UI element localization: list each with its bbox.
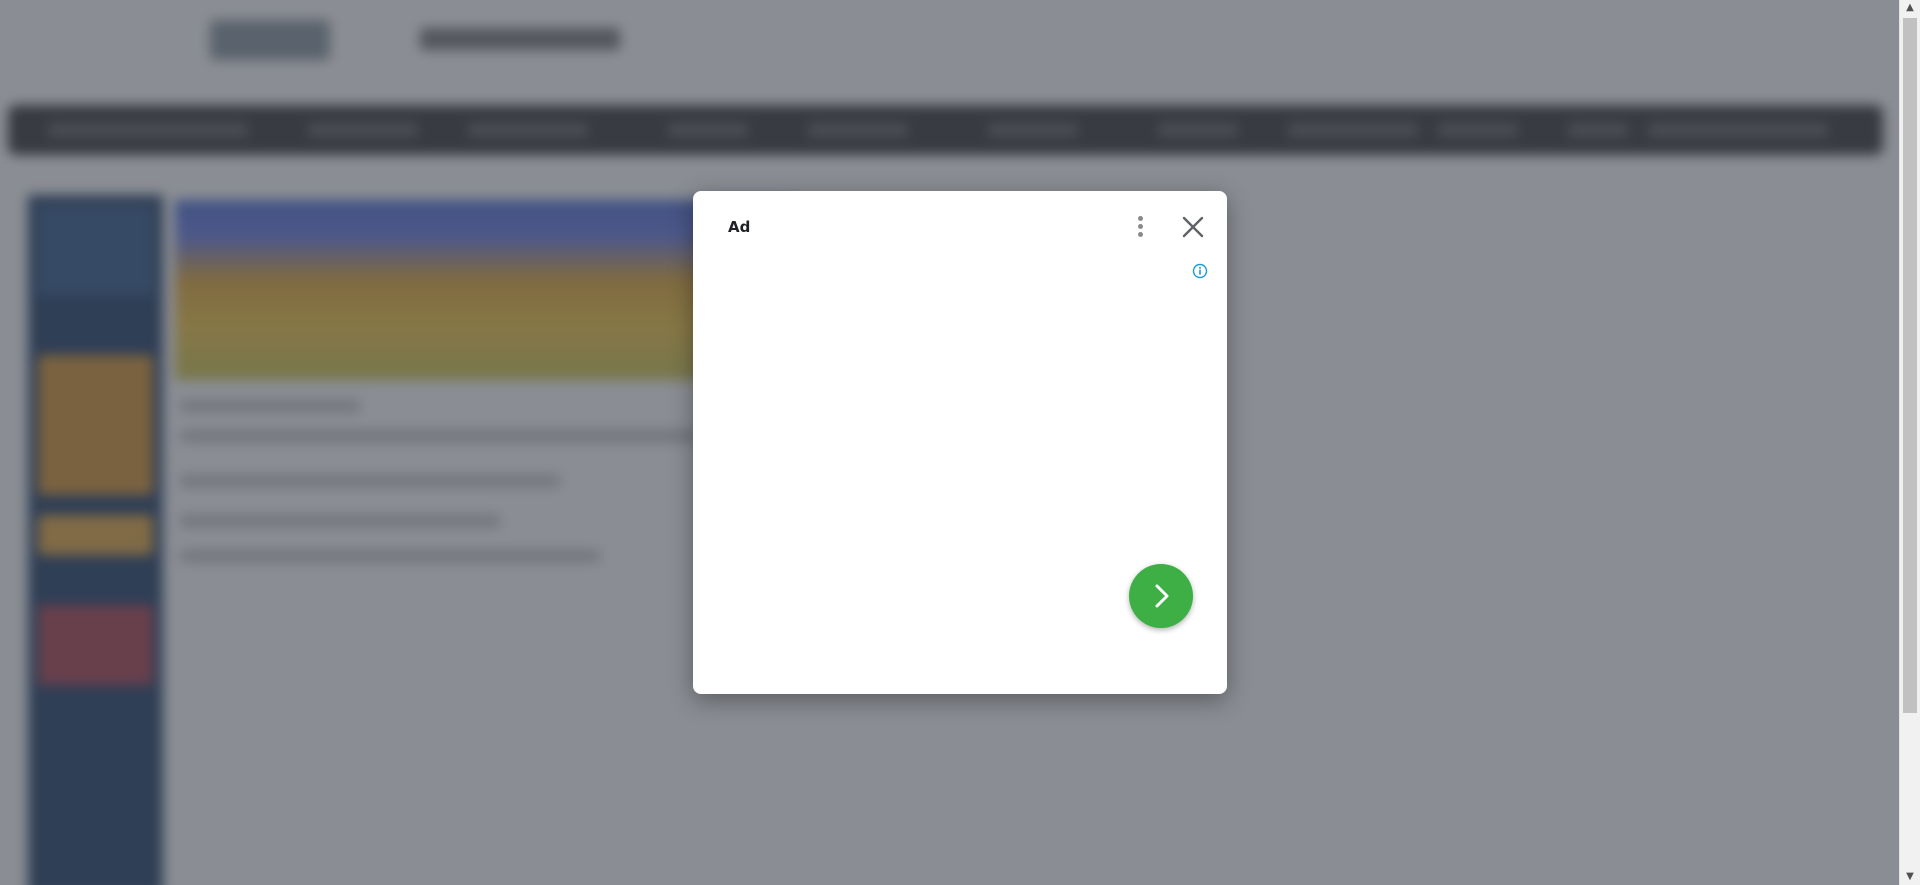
scroll-down-arrow-icon[interactable]: ▼ bbox=[1900, 869, 1920, 885]
scroll-up-arrow-icon[interactable]: ▲ bbox=[1900, 0, 1920, 16]
more-vert-icon[interactable] bbox=[1132, 214, 1148, 240]
ad-label: Ad bbox=[728, 218, 751, 236]
browser-viewport: ▲ ▼ Ad bbox=[0, 0, 1920, 885]
chevron-right-icon bbox=[1155, 584, 1169, 608]
ad-dialog: Ad bbox=[693, 191, 1227, 694]
info-icon[interactable] bbox=[1192, 263, 1208, 279]
vertical-scrollbar[interactable]: ▲ ▼ bbox=[1899, 0, 1920, 885]
next-button[interactable] bbox=[1129, 564, 1193, 628]
close-icon[interactable] bbox=[1180, 214, 1206, 240]
scrollbar-thumb[interactable] bbox=[1903, 18, 1917, 713]
